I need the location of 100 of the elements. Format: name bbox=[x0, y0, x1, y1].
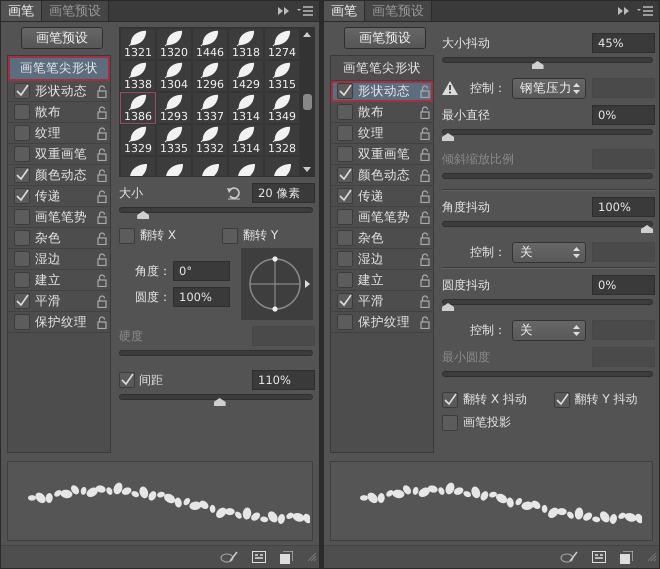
brush-tip-tile[interactable]: 1274 bbox=[264, 28, 300, 60]
brush-option-row[interactable]: 湿边 bbox=[331, 249, 433, 270]
brush-tip-tile[interactable]: 1338 bbox=[120, 60, 156, 92]
checkbox[interactable] bbox=[14, 188, 30, 204]
padlock-icon[interactable] bbox=[420, 190, 430, 202]
scroll-up-icon[interactable] bbox=[303, 31, 311, 37]
brush-option-row[interactable]: 纹理 bbox=[331, 123, 433, 144]
eye-brush-icon[interactable] bbox=[560, 550, 578, 564]
scrollbar[interactable] bbox=[300, 28, 314, 176]
padlock-icon[interactable] bbox=[97, 106, 107, 118]
padlock-icon[interactable] bbox=[97, 252, 107, 266]
brush-tip-tile[interactable]: 1329 bbox=[120, 124, 156, 156]
checkbox[interactable] bbox=[337, 272, 353, 288]
brush-option-row[interactable]: 传递 bbox=[8, 186, 110, 207]
checkbox[interactable] bbox=[14, 146, 30, 162]
checkbox[interactable] bbox=[14, 314, 30, 330]
brush-tip-tile[interactable]: 1314 bbox=[228, 92, 264, 124]
value-field[interactable]: 0% bbox=[592, 275, 655, 295]
checkbox[interactable] bbox=[337, 167, 353, 183]
checkbox[interactable] bbox=[14, 125, 30, 141]
checkbox[interactable] bbox=[337, 293, 353, 309]
value-field[interactable]: 100% bbox=[173, 287, 230, 307]
slider-track[interactable] bbox=[442, 299, 653, 311]
brush-option-row[interactable]: 建立 bbox=[8, 270, 110, 291]
brush-option-row[interactable]: 散布 bbox=[8, 102, 110, 123]
value-field[interactable]: 0° bbox=[173, 261, 230, 281]
brush-option-row[interactable]: 纹理 bbox=[8, 123, 110, 144]
padlock-icon[interactable] bbox=[420, 106, 430, 118]
brush-tip-tile[interactable]: 1296 bbox=[192, 60, 228, 92]
value-field[interactable]: 0% bbox=[592, 105, 655, 125]
brush-option-row[interactable]: 传递 bbox=[331, 186, 433, 207]
padlock-icon[interactable] bbox=[420, 84, 430, 98]
brush-tip-tile[interactable]: 1386 bbox=[120, 92, 156, 124]
checkbox[interactable] bbox=[337, 230, 353, 246]
checkbox[interactable] bbox=[222, 228, 238, 244]
scroll-down-icon[interactable] bbox=[303, 167, 311, 173]
brush-option-row[interactable]: 建立 bbox=[331, 270, 433, 291]
padlock-icon[interactable] bbox=[420, 148, 430, 160]
eye-brush-icon[interactable] bbox=[220, 550, 238, 564]
brush-option-row[interactable]: 颜色动态 bbox=[331, 165, 433, 186]
checkbox[interactable] bbox=[337, 125, 353, 141]
brush-option-row[interactable]: 杂色 bbox=[8, 228, 110, 249]
brush-tip-tile[interactable]: 1320 bbox=[156, 28, 192, 60]
checkbox[interactable] bbox=[337, 314, 353, 330]
padlock-icon[interactable] bbox=[420, 126, 430, 140]
brush-option-row[interactable]: 画笔笔势 bbox=[8, 207, 110, 228]
padlock-icon[interactable] bbox=[97, 126, 107, 140]
brush-tip-tile[interactable]: 1328 bbox=[264, 124, 300, 156]
checkbox[interactable] bbox=[119, 372, 135, 388]
value-field[interactable]: 100% bbox=[592, 197, 655, 217]
padlock-icon[interactable] bbox=[420, 316, 430, 328]
grid-icon[interactable] bbox=[592, 551, 606, 563]
checkbox[interactable] bbox=[14, 272, 30, 288]
slider-track[interactable] bbox=[119, 207, 313, 219]
brush-presets-button[interactable]: 画笔预设 bbox=[344, 27, 426, 49]
brush-option-row[interactable]: 散布 bbox=[331, 102, 433, 123]
brush-presets-button[interactable]: 画笔预设 bbox=[21, 27, 103, 49]
brush-tip-tile[interactable]: 1304 bbox=[156, 60, 192, 92]
brush-option-row[interactable]: 平滑 bbox=[331, 291, 433, 312]
brush-tip-tile[interactable]: 1335 bbox=[156, 124, 192, 156]
checkbox[interactable] bbox=[14, 83, 30, 99]
brush-option-row[interactable]: 双重画笔 bbox=[8, 144, 110, 165]
brush-tip-tile[interactable]: 1318 bbox=[228, 28, 264, 60]
padlock-icon[interactable] bbox=[420, 294, 430, 308]
padlock-icon[interactable] bbox=[97, 294, 107, 308]
brush-tip-tile[interactable]: 1332 bbox=[192, 124, 228, 156]
padlock-icon[interactable] bbox=[97, 274, 107, 286]
padlock-icon[interactable] bbox=[420, 252, 430, 266]
checkbox[interactable] bbox=[14, 209, 30, 225]
brush-option-row[interactable]: 杂色 bbox=[331, 228, 433, 249]
checkbox[interactable] bbox=[337, 251, 353, 267]
padlock-icon[interactable] bbox=[97, 148, 107, 160]
resize-grip-icon[interactable] bbox=[307, 552, 317, 562]
resize-grip-icon[interactable] bbox=[647, 552, 657, 562]
value-field[interactable]: 45% bbox=[592, 33, 655, 53]
checkbox[interactable] bbox=[554, 392, 570, 408]
brush-option-row[interactable]: 颜色动态 bbox=[8, 165, 110, 186]
control-dropdown[interactable]: 钢笔压力 bbox=[512, 78, 586, 98]
brush-tip-tile[interactable]: 1349 bbox=[264, 92, 300, 124]
slider-track[interactable] bbox=[442, 221, 653, 233]
checkbox[interactable] bbox=[14, 251, 30, 267]
brush-tip-tile[interactable]: 1321 bbox=[120, 28, 156, 60]
panel-tab[interactable]: 画笔 bbox=[324, 1, 365, 21]
brush-option-row[interactable]: 画笔笔势 bbox=[331, 207, 433, 228]
padlock-icon[interactable] bbox=[97, 190, 107, 202]
value-field[interactable]: 110% bbox=[252, 370, 315, 390]
menu-icon[interactable] bbox=[297, 6, 313, 16]
checkbox[interactable] bbox=[119, 228, 135, 244]
brush-option-row[interactable]: 双重画笔 bbox=[331, 144, 433, 165]
padlock-icon[interactable] bbox=[420, 274, 430, 286]
checkbox[interactable] bbox=[14, 104, 30, 120]
slider-track[interactable] bbox=[442, 57, 653, 69]
double-arrow-icon[interactable] bbox=[617, 6, 631, 16]
double-arrow-icon[interactable] bbox=[277, 6, 291, 16]
brush-tip-tile[interactable]: 1293 bbox=[156, 92, 192, 124]
padlock-icon[interactable] bbox=[420, 168, 430, 182]
brush-option-row[interactable]: 湿边 bbox=[8, 249, 110, 270]
brush-option-row[interactable]: 形状动态 bbox=[8, 81, 110, 102]
checkbox[interactable] bbox=[14, 167, 30, 183]
new-page-icon[interactable] bbox=[280, 550, 293, 564]
